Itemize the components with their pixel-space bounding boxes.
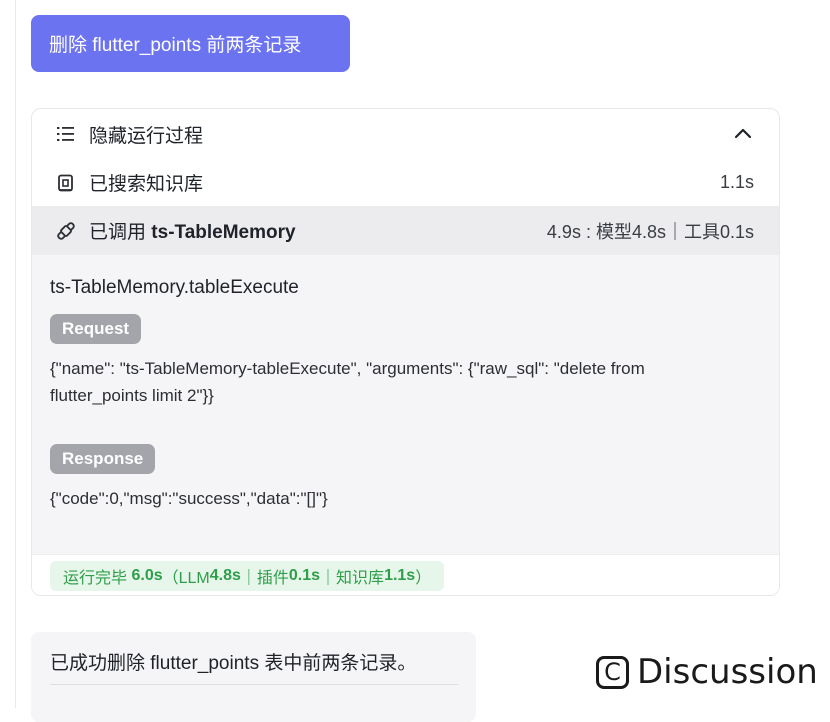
response-body: {"code":0,"msg":"success","data":"[]"} [50,489,328,508]
knowledge-search-duration: 1.1s [719,172,754,192]
summary-open: （LLM [162,570,210,587]
request-body: {"name": "ts-TableMemory-tableExecute", … [50,359,645,405]
function-name: ts-TableMemory.tableExecute [50,277,299,298]
knowledge-base-icon [56,173,76,193]
list-icon [56,124,76,144]
summary-close: ） [415,570,432,587]
watermark-text: Discussion [637,652,818,692]
summary-total: 6.0s [131,567,163,584]
watermark-logo-icon: C [596,655,629,689]
plugin-call-detail: ts-TableMemory.tableExecute Request {"na… [32,255,779,554]
assistant-answer-text: 已成功删除 flutter_points 表中前两条记录。 [50,653,417,674]
plugin-call-prefix: 已调用 [89,222,147,243]
summary-llm: 4.8s [209,567,241,584]
assistant-answer-bubble: 已成功删除 flutter_points 表中前两条记录。 [31,632,476,722]
request-badge: Request [50,314,142,344]
knowledge-search-label: 已搜索知识库 [89,174,204,195]
toggle-run-process[interactable]: 隐藏运行过程 [32,109,779,159]
thread-divider [15,0,16,708]
summary-sep1: ｜插件 [240,570,289,587]
plugin-call-step[interactable]: 已调用 ts-TableMemory 4.9s : 模型4.8s｜工具0.1s [32,206,779,255]
discussion-watermark: C Discussion [596,652,818,692]
summary-sep2: ｜知识库 [320,570,385,587]
run-process-panel: 隐藏运行过程 已搜索知识库 1.1s 已调用 ts-TableMemory 4.… [31,108,780,596]
toggle-run-process-label: 隐藏运行过程 [89,125,204,147]
summary-kb: 1.1s [384,567,416,584]
plugin-link-icon [56,221,76,241]
plugin-name: ts-TableMemory [151,222,296,243]
plugin-call-timing: 4.9s : 模型4.8s｜工具0.1s [546,221,754,242]
summary-prefix: 运行完毕 [63,570,128,587]
plugin-call-label: 已调用 ts-TableMemory [89,217,296,244]
knowledge-search-step: 已搜索知识库 1.1s [32,159,779,206]
answer-divider [50,684,458,685]
user-message-bubble: 删除 flutter_points 前两条记录 [31,15,350,72]
summary-plugin: 0.1s [288,567,321,584]
response-badge: Response [50,444,156,474]
user-message-text: 删除 flutter_points 前两条记录 [49,35,302,56]
run-summary-pill: 运行完毕 6.0s （LLM 4.8s ｜插件 0.1s ｜知识库 1.1s） [50,561,445,591]
run-summary-bar: 运行完毕 6.0s （LLM 4.8s ｜插件 0.1s ｜知识库 1.1s） [32,554,779,595]
chevron-up-icon[interactable] [733,124,753,144]
